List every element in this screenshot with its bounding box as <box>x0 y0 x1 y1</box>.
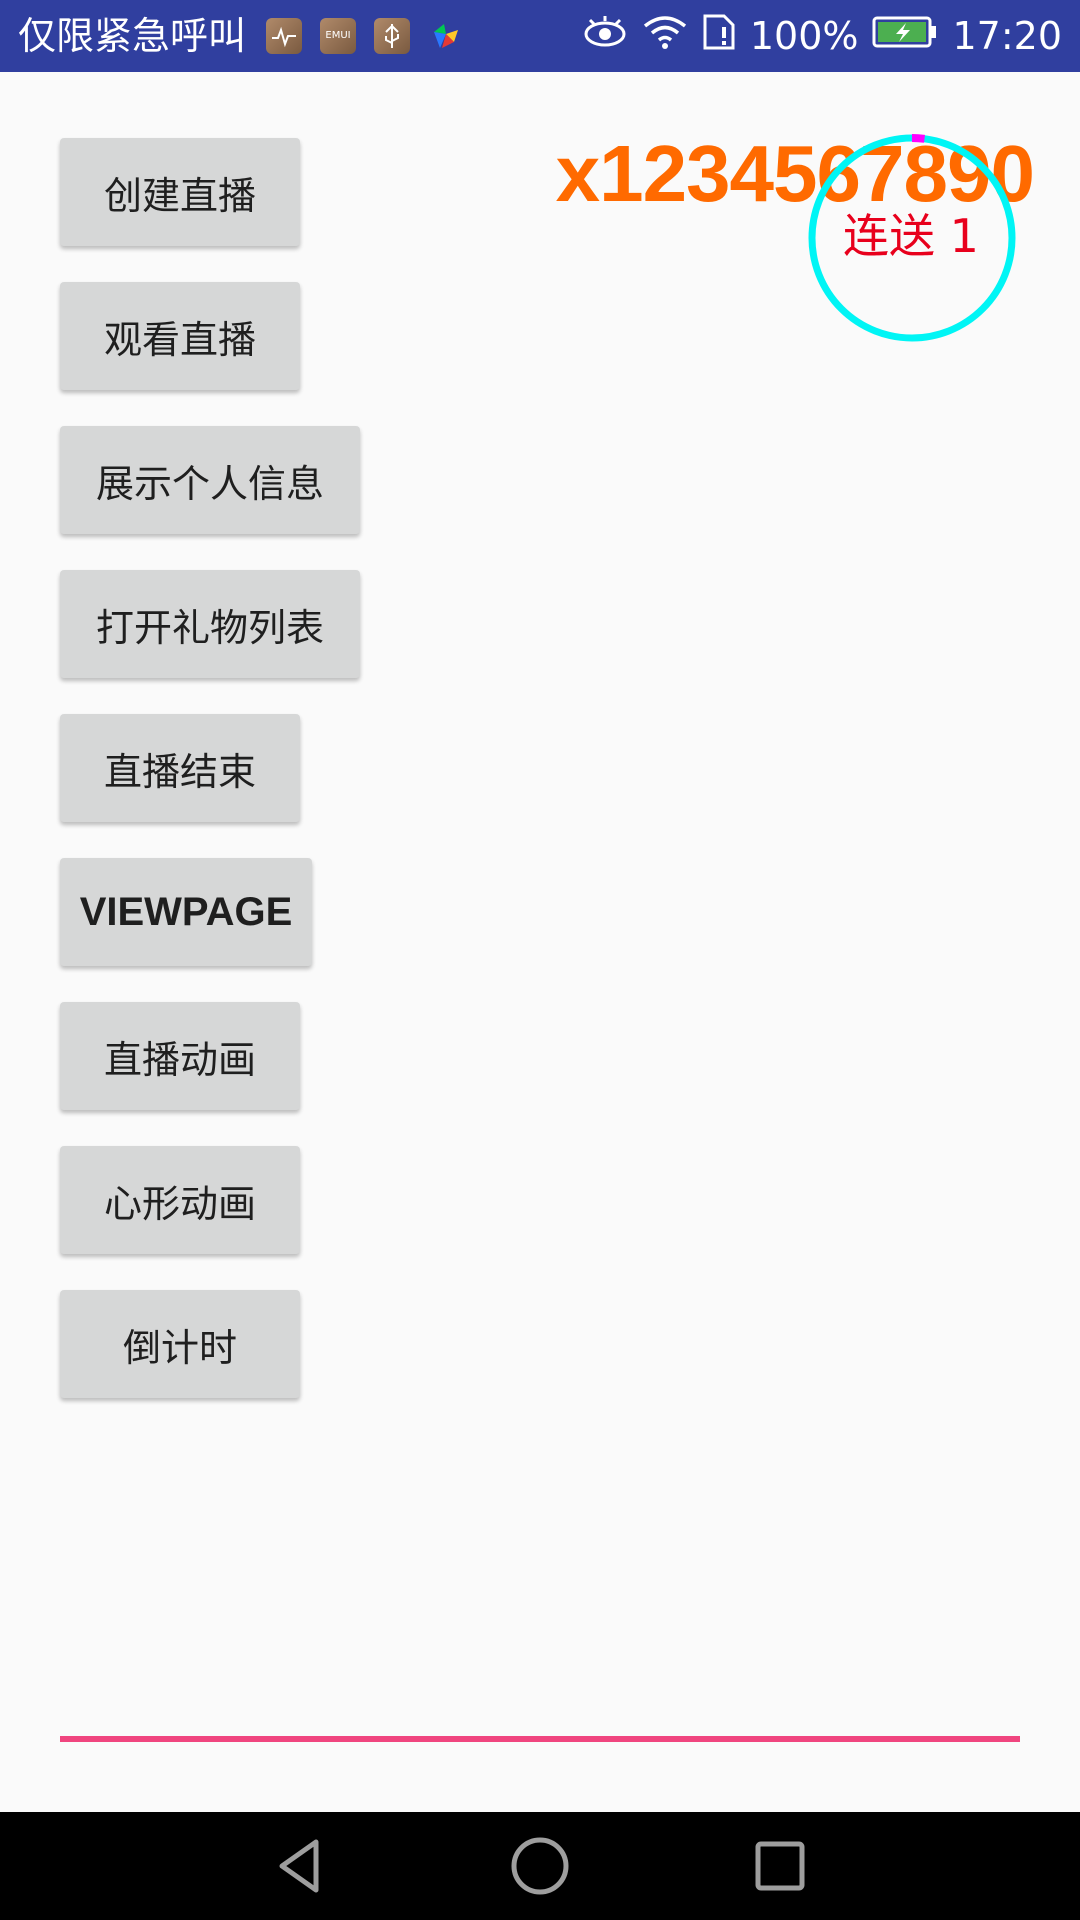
home-icon[interactable] <box>504 1830 576 1902</box>
eye-icon <box>582 14 628 59</box>
show-profile-button[interactable]: 展示个人信息 <box>60 426 360 534</box>
open-gift-list-button[interactable]: 打开礼物列表 <box>60 570 360 678</box>
clock: 17:20 <box>952 14 1062 58</box>
combo-label: 连送 1 <box>843 209 979 263</box>
status-right: 100% 17:20 <box>582 0 1062 72</box>
divider-line <box>60 1736 1020 1742</box>
watch-live-button[interactable]: 观看直播 <box>60 282 300 390</box>
viewpage-button[interactable]: VIEWPAGE <box>60 858 312 966</box>
battery-percent: 100% <box>749 14 859 58</box>
end-live-button[interactable]: 直播结束 <box>60 714 300 822</box>
usb-icon <box>374 18 410 54</box>
status-bar: 仅限紧急呼叫 EMUI 100% 17:20 <box>0 0 1080 72</box>
live-animation-button[interactable]: 直播动画 <box>60 1002 300 1110</box>
countdown-button[interactable]: 倒计时 <box>60 1290 300 1398</box>
navigation-bar <box>0 1812 1080 1920</box>
carrier-text: 仅限紧急呼叫 <box>18 14 247 58</box>
heart-animation-button[interactable]: 心形动画 <box>60 1146 300 1254</box>
notification-icons: EMUI <box>266 18 464 54</box>
battery-charging-icon <box>872 14 938 58</box>
back-icon[interactable] <box>264 1830 336 1902</box>
create-live-button[interactable]: 创建直播 <box>60 138 300 246</box>
emui-icon: EMUI <box>320 18 356 54</box>
wifi-icon <box>642 14 688 59</box>
health-icon <box>266 18 302 54</box>
recents-icon[interactable] <box>744 1830 816 1902</box>
sim-icon <box>702 13 736 60</box>
puzzle-icon <box>428 18 464 54</box>
